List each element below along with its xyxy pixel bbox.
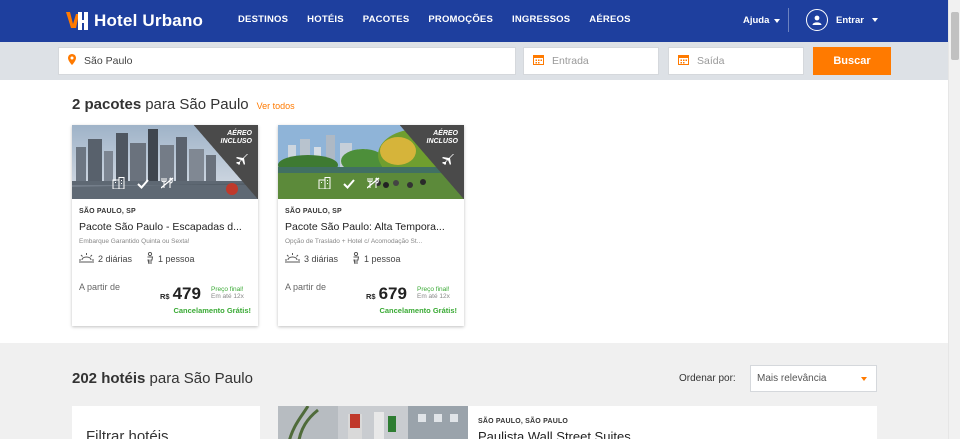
- packages-heading: 2 pacotes para São Paulo Ver todos: [72, 96, 295, 113]
- package-location: SÃO PAULO, SP: [285, 208, 342, 215]
- sun-icon: [285, 253, 300, 265]
- package-location: SÃO PAULO, SP: [79, 208, 136, 215]
- help-label: Ajuda: [743, 15, 770, 26]
- see-all-link[interactable]: Ver todos: [257, 101, 295, 111]
- hotels-title-suffix: para São Paulo: [149, 370, 253, 387]
- packages-section: 2 pacotes para São Paulo Ver todos AÉREO…: [0, 80, 948, 343]
- login-label: Entrar: [836, 14, 864, 26]
- help-menu[interactable]: Ajuda: [743, 15, 781, 26]
- free-cancel-label: Cancelamento Grátis!: [173, 306, 251, 315]
- plane-icon: [236, 152, 248, 170]
- package-subtitle: Opção de Traslado + Hotel c/ Acomodação …: [285, 238, 423, 245]
- hotels-heading: 202 hotéis para São Paulo: [72, 370, 253, 387]
- plane-icon: [442, 152, 454, 170]
- caret-down-icon: [861, 377, 867, 381]
- user-icon: [806, 9, 828, 31]
- package-card[interactable]: AÉREO INCLUSO SÃO PAULO, SP Pacote São P…: [278, 125, 464, 326]
- package-meta: 3 diárias 1 pessoa: [285, 251, 457, 266]
- package-name[interactable]: Pacote São Paulo - Escapadas d...: [79, 221, 251, 233]
- nav-hoteis[interactable]: HOTÉIS: [307, 14, 344, 25]
- sort-label: Ordenar por:: [679, 373, 736, 384]
- page-scrollbar[interactable]: [948, 0, 960, 439]
- destination-value: São Paulo: [84, 55, 133, 67]
- check-icon: [343, 176, 355, 194]
- price-from-label: A partir de: [285, 282, 327, 292]
- package-nights: 3 diárias: [304, 254, 339, 264]
- package-nights: 2 diárias: [98, 254, 133, 264]
- amenities: [318, 176, 380, 194]
- checkout-field[interactable]: Saída: [668, 47, 804, 75]
- package-subtitle: Embarque Garantido Quinta ou Sexta!: [79, 238, 190, 245]
- package-price: R$ 679: [366, 284, 407, 304]
- aereo-incluso-label: AÉREO INCLUSO: [426, 130, 459, 145]
- package-people: 1 pessoa: [158, 254, 195, 264]
- hotel-card[interactable]: SÃO PAULO, SÃO PAULO Paulista Wall Stree…: [278, 406, 877, 439]
- search-button[interactable]: Buscar: [813, 47, 891, 75]
- hotels-count: 202 hotéis: [72, 370, 146, 387]
- package-name[interactable]: Pacote São Paulo: Alta Tempora...: [285, 221, 457, 233]
- main-nav: DESTINOS HOTÉIS PACOTES PROMOÇÕES INGRES…: [238, 14, 631, 25]
- calendar-icon: [533, 54, 544, 68]
- no-food-icon: [366, 176, 380, 194]
- price-amount: 479: [172, 284, 201, 303]
- header-divider: [788, 8, 789, 32]
- building-icon: [112, 176, 125, 194]
- nav-pacotes[interactable]: PACOTES: [363, 14, 410, 25]
- building-icon: [318, 176, 331, 194]
- logo-icon: [64, 10, 90, 32]
- package-people: 1 pessoa: [364, 254, 401, 264]
- checkout-placeholder: Saída: [697, 55, 725, 67]
- package-info: SÃO PAULO, SP Pacote São Paulo - Escapad…: [79, 208, 251, 266]
- hotel-image: [278, 406, 468, 439]
- hotel-location: SÃO PAULO, SÃO PAULO: [478, 418, 569, 425]
- nav-promocoes[interactable]: PROMOÇÕES: [428, 14, 493, 25]
- person-icon: [146, 251, 154, 266]
- login-menu[interactable]: Entrar: [806, 9, 878, 31]
- aereo-incluso-label: AÉREO INCLUSO: [220, 130, 253, 145]
- person-icon: [352, 251, 360, 266]
- packages-count: 2 pacotes: [72, 96, 142, 113]
- price-amount: 679: [378, 284, 407, 303]
- sun-icon: [79, 253, 94, 265]
- caret-down-icon: [774, 18, 781, 23]
- free-cancel-label: Cancelamento Grátis!: [379, 306, 457, 315]
- filter-title: Filtrar hotéis: [86, 428, 169, 439]
- no-food-icon: [160, 176, 174, 194]
- price-from-label: A partir de: [79, 282, 121, 292]
- price-currency: R$: [160, 292, 170, 301]
- nav-aereos[interactable]: AÉREOS: [589, 14, 630, 25]
- package-price: R$ 479: [160, 284, 201, 304]
- package-meta: 2 diárias 1 pessoa: [79, 251, 251, 266]
- nav-ingressos[interactable]: INGRESSOS: [512, 14, 570, 25]
- destination-field[interactable]: São Paulo: [58, 47, 516, 75]
- package-info: SÃO PAULO, SP Pacote São Paulo: Alta Tem…: [285, 208, 457, 266]
- package-card[interactable]: AÉREO INCLUSO SÃO PAULO, SP Pacote São P…: [72, 125, 258, 326]
- map-pin-icon: [68, 54, 76, 68]
- search-bar: São Paulo Entrada Saída Buscar: [0, 42, 948, 80]
- nav-destinos[interactable]: DESTINOS: [238, 14, 288, 25]
- hotel-name[interactable]: Paulista Wall Street Suites: [478, 429, 631, 439]
- caret-down-icon: [871, 18, 878, 22]
- filter-panel: Filtrar hotéis: [72, 406, 260, 439]
- sort-select[interactable]: Mais relevância: [750, 365, 877, 392]
- calendar-icon: [678, 54, 689, 68]
- amenities: [112, 176, 174, 194]
- final-price-note: Preço final! Em até 12x: [211, 286, 244, 300]
- brand-name: Hotel Urbano: [94, 11, 204, 30]
- sort-value: Mais relevância: [757, 373, 827, 384]
- top-header: Hotel Urbano DESTINOS HOTÉIS PACOTES PRO…: [0, 0, 948, 42]
- scrollbar-thumb[interactable]: [951, 12, 959, 60]
- package-image-city: AÉREO INCLUSO: [72, 125, 258, 199]
- price-currency: R$: [366, 292, 376, 301]
- brand-logo[interactable]: Hotel Urbano: [64, 10, 203, 32]
- package-image-park: AÉREO INCLUSO: [278, 125, 464, 199]
- checkin-placeholder: Entrada: [552, 55, 589, 67]
- packages-title-suffix: para São Paulo: [145, 96, 249, 113]
- checkin-field[interactable]: Entrada: [523, 47, 659, 75]
- check-icon: [137, 176, 149, 194]
- final-price-note: Preço final! Em até 12x: [417, 286, 450, 300]
